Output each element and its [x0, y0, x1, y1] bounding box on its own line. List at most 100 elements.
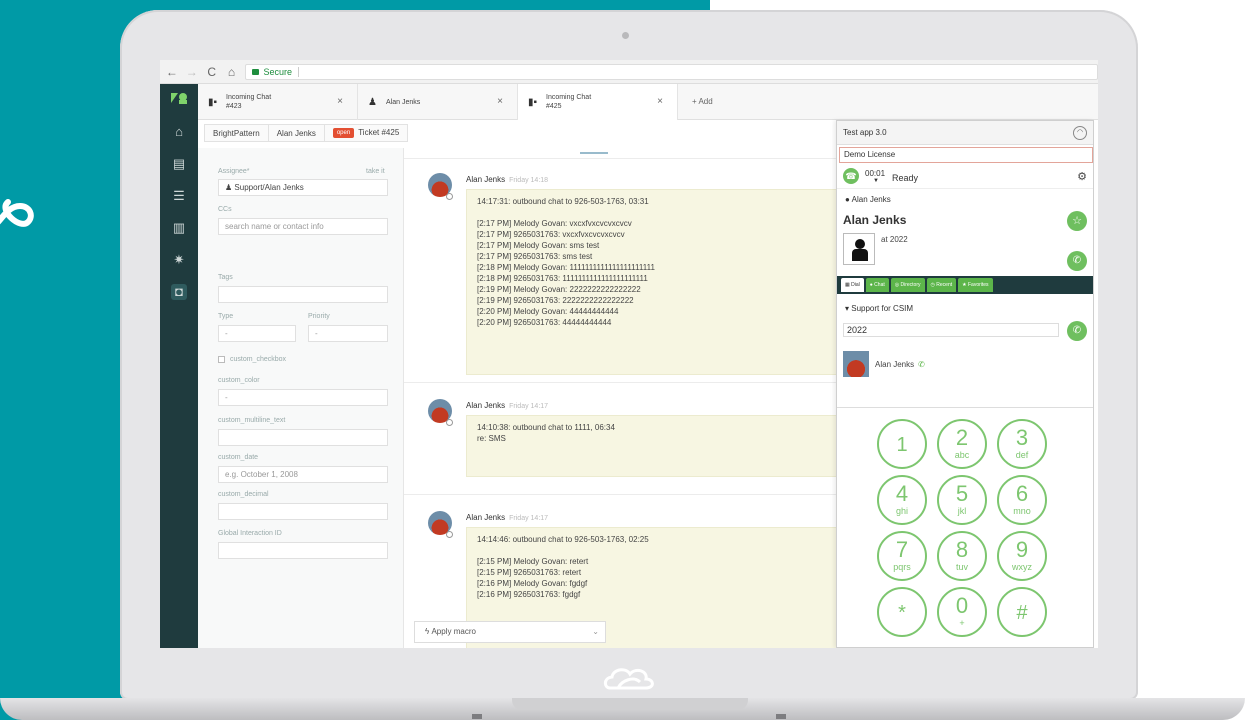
call-contact-button[interactable]: ✆ — [1067, 251, 1087, 271]
tab-alan-jenks[interactable]: ♟ Alan Jenks × — [358, 84, 518, 120]
key-5[interactable]: 5 jkl — [937, 475, 987, 525]
custom-decimal-input[interactable] — [218, 503, 388, 520]
breadcrumb-user[interactable]: Alan Jenks — [267, 124, 325, 142]
custom-color-label: custom_color — [218, 377, 260, 384]
avatar-body — [852, 249, 868, 261]
tab-incoming-chat-425[interactable]: ▮▪ Incoming Chat #425 × — [518, 84, 678, 120]
dial-button[interactable]: ✆ — [1067, 321, 1087, 341]
tab-favorites[interactable]: ★ Favorites — [958, 278, 993, 292]
back-icon[interactable]: ← — [164, 65, 180, 79]
custom-date-input[interactable]: e.g. October 1, 2008 — [218, 466, 388, 483]
dial-input[interactable]: 2022 — [843, 323, 1059, 337]
message-line: [2:18 PM] 9265031763: 111111111111111111… — [477, 274, 648, 283]
message-time: Friday 14:18 — [509, 177, 549, 184]
apply-macro-select[interactable]: ϟ Apply macro ⌄ — [414, 621, 606, 643]
priority-select[interactable]: - — [308, 325, 388, 342]
key-4[interactable]: 4 ghi — [877, 475, 927, 525]
agent-status[interactable]: ☎ 00:01 ▼ Ready ⚙ — [837, 165, 1093, 189]
take-it-link[interactable]: take it — [366, 168, 385, 175]
type-select[interactable]: - — [218, 325, 296, 342]
gear-icon[interactable]: ✷ — [171, 252, 187, 268]
status-dropdown-icon[interactable]: ▼ — [873, 178, 879, 184]
close-icon[interactable]: × — [337, 96, 343, 107]
key-0[interactable]: 0 + — [937, 587, 987, 637]
tab-subtitle: #425 — [546, 103, 562, 110]
customers-icon[interactable]: ☰ — [171, 188, 187, 204]
tab-incoming-chat-423[interactable]: ▮▪ Incoming Chat #423 × — [198, 84, 358, 120]
close-icon[interactable]: × — [497, 96, 503, 107]
message-bubble: 14:10:38: outbound chat to 1111, 06:34 r… — [466, 415, 836, 477]
breadcrumb-org[interactable]: BrightPattern — [204, 124, 269, 142]
key-3[interactable]: 3 def — [997, 419, 1047, 469]
priority-label: Priority — [308, 313, 330, 320]
status-timer: 00:01 — [865, 169, 886, 178]
views-icon[interactable]: ▤ — [171, 156, 187, 172]
key-9[interactable]: 9 wxyz — [997, 531, 1047, 581]
custom-multiline-input[interactable] — [218, 429, 388, 446]
key-digit: 6 — [1015, 481, 1029, 506]
forward-icon[interactable]: → — [184, 65, 200, 79]
user-icon: ♟ — [368, 97, 377, 108]
add-tab-button[interactable]: + Add — [678, 84, 713, 119]
avatar-status — [446, 419, 453, 426]
key-hash[interactable]: # — [997, 587, 1047, 637]
queue-section[interactable]: ▾ Support for CSIM — [845, 304, 913, 313]
reload-icon[interactable]: C — [204, 65, 220, 79]
zendesk-logo-icon[interactable] — [170, 90, 188, 106]
tags-input[interactable] — [218, 286, 388, 303]
message-gap — [477, 207, 827, 218]
close-icon[interactable]: × — [657, 96, 663, 107]
camera — [622, 32, 629, 39]
custom-color-select[interactable]: - — [218, 389, 388, 406]
message-gap — [477, 545, 827, 556]
global-interaction-input[interactable] — [218, 542, 388, 559]
key-letters: abc — [954, 450, 970, 460]
laptop-foot — [472, 714, 482, 719]
recent-name: Alan Jenks — [875, 360, 915, 369]
assignee-field[interactable]: ♟ Support/Alan Jenks — [218, 179, 388, 196]
app-sidebar: ⌂ ▤ ☰ ▥ ✷ ◘ — [160, 84, 198, 648]
tab-dial[interactable]: ▦ Dial — [841, 278, 864, 292]
recent-contact[interactable]: Alan Jenks ✆ — [875, 360, 925, 369]
reporting-icon[interactable]: ▥ — [171, 220, 187, 236]
phone-icon[interactable]: ✆ — [918, 360, 925, 369]
message-time: Friday 14:17 — [509, 515, 549, 522]
home-icon[interactable]: ⌂ — [171, 124, 187, 140]
headset-icon[interactable]: ◠ — [1073, 126, 1087, 140]
favorite-button[interactable]: ☆ — [1067, 211, 1087, 231]
key-7[interactable]: 7 pqrs — [877, 531, 927, 581]
sender-name: Alan Jenks — [466, 513, 506, 522]
laptop-notch — [512, 698, 748, 710]
tab-chat[interactable]: ● Chat — [865, 278, 889, 292]
message-line: [2:17 PM] Melody Govan: sms test — [477, 241, 600, 250]
message: Alan Jenks Friday 14:17 14:10:38: outboun… — [404, 382, 836, 492]
message-line: [2:17 PM] 9265031763: sms test — [477, 252, 593, 261]
breadcrumb: BrightPattern Alan Jenks open Ticket #42… — [204, 124, 409, 142]
apps-icon[interactable]: ◘ — [171, 284, 187, 300]
tab-recent[interactable]: ◷ Recent — [926, 278, 957, 292]
ccs-input[interactable]: search name or contact info — [218, 218, 388, 235]
key-digit: * — [898, 602, 906, 624]
key-2[interactable]: 2 abc — [937, 419, 987, 469]
tab-directory[interactable]: ◎ Directory — [890, 278, 925, 292]
custom-checkbox[interactable] — [218, 356, 225, 363]
gear-icon[interactable]: ⚙ — [1077, 170, 1087, 183]
key-8[interactable]: 8 tuv — [937, 531, 987, 581]
tab-label: Dial — [851, 282, 860, 288]
key-1[interactable]: 1 — [877, 419, 927, 469]
key-star[interactable]: * — [877, 587, 927, 637]
lock-icon — [252, 68, 260, 75]
message-line: [2:15 PM] 9265031763: retert — [477, 568, 582, 577]
home-icon[interactable]: ⌂ — [224, 65, 240, 79]
sender-name: Alan Jenks — [466, 175, 506, 184]
type-label: Type — [218, 313, 234, 320]
key-digit: 5 — [955, 481, 969, 506]
tab-label: Directory — [900, 282, 921, 288]
global-interaction-label: Global Interaction ID — [218, 530, 282, 537]
avatar-head — [855, 239, 865, 249]
key-6[interactable]: 6 mno — [997, 475, 1047, 525]
message-line: [2:18 PM] Melody Govan: 1111111111111111… — [477, 263, 655, 272]
breadcrumb-ticket[interactable]: open Ticket #425 — [323, 124, 409, 142]
softphone-panel: Test app 3.0 ◠ Demo License ☎ 00:01 ▼ Re… — [836, 120, 1094, 648]
address-bar[interactable]: Secure — [245, 63, 1098, 80]
